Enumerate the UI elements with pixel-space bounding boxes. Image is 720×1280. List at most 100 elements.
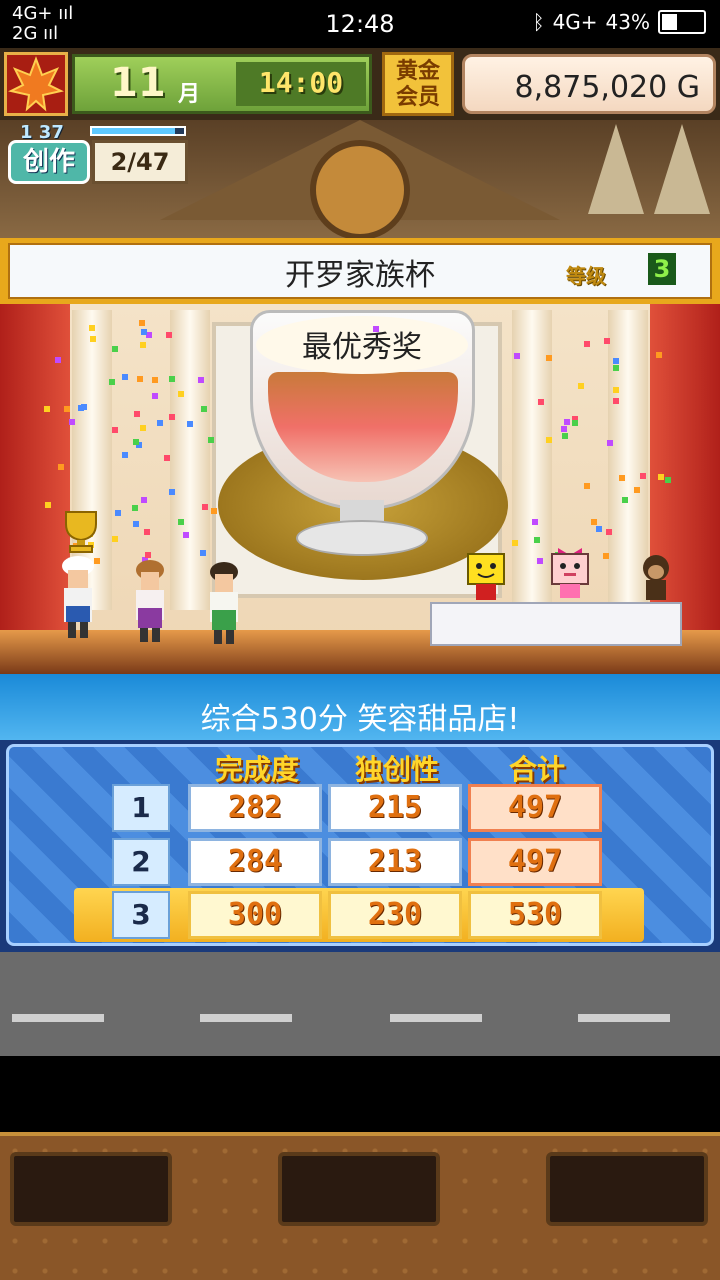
confetti-piece: [198, 376, 205, 383]
confetti-piece: [54, 357, 61, 364]
confetti-piece: [583, 482, 590, 489]
creation-progress-fill: [92, 128, 175, 134]
confetti-piece: [143, 529, 150, 536]
month-unit: 月: [178, 82, 201, 107]
menu-button-center[interactable]: [278, 1152, 440, 1226]
confetti-piece: [613, 365, 620, 372]
menu-button-left[interactable]: [10, 1152, 172, 1226]
header-completion: 完成度: [214, 753, 299, 786]
contest-level-label: 等级: [566, 264, 606, 288]
pillar: [170, 310, 210, 610]
road-line: [12, 1014, 104, 1022]
confetti-piece: [183, 532, 190, 539]
rank-cell: 2: [112, 838, 170, 886]
confetti-piece: [613, 357, 620, 364]
maple-leaf-icon[interactable]: [4, 52, 68, 116]
confetti-piece: [186, 421, 193, 428]
confetti-piece: [655, 351, 662, 358]
confetti-piece: [89, 325, 96, 332]
confetti-piece: [89, 336, 96, 343]
confetti-piece: [546, 436, 553, 443]
confetti-piece: [132, 438, 139, 445]
spire: [588, 124, 644, 214]
confetti-piece: [584, 340, 591, 347]
score-completion: 284: [188, 838, 322, 886]
confetti-piece: [140, 341, 147, 348]
confetti-piece: [561, 425, 568, 432]
vip-line-1: 黄金: [395, 59, 440, 84]
confetti-piece: [138, 320, 145, 327]
confetti-piece: [140, 497, 147, 504]
creation-button[interactable]: 创作: [8, 140, 90, 184]
confetti-piece: [604, 338, 611, 345]
road-line: [200, 1014, 292, 1022]
confetti-piece: [178, 391, 185, 398]
judge-table: [430, 602, 682, 646]
confetti-piece: [121, 452, 128, 459]
money-amount: 8,875,020 G: [514, 70, 700, 105]
confetti-piece: [156, 419, 163, 426]
score-completion: 282: [188, 784, 322, 832]
confetti-piece: [169, 376, 176, 383]
bluetooth-icon: ᛒ: [532, 10, 545, 34]
confetti-piece: [132, 505, 139, 512]
header-originality: 独创性: [354, 753, 439, 786]
confetti-piece: [537, 557, 544, 564]
confetti-piece: [538, 399, 545, 406]
road: [0, 952, 720, 1056]
battery-level: [662, 14, 677, 30]
confetti-piece: [64, 405, 71, 412]
creation-count: 2/47: [92, 140, 188, 184]
confetti-piece: [137, 375, 144, 382]
confetti-piece: [210, 507, 217, 514]
confetti-piece: [133, 521, 140, 528]
confetti-piece: [532, 519, 539, 526]
road-line: [390, 1014, 482, 1022]
confetti-piece: [603, 552, 610, 559]
spacer: [0, 1056, 720, 1132]
confetti-piece: [634, 487, 641, 494]
confetti-piece: [115, 510, 122, 517]
score-originality: 213: [328, 838, 462, 886]
confetti-piece: [618, 475, 625, 482]
confetti-piece: [658, 473, 665, 480]
month-number: 11: [110, 60, 166, 106]
game-clock: 14:00: [258, 66, 344, 99]
trophy-icon: [58, 510, 104, 554]
staff-character[interactable]: [132, 560, 168, 646]
vip-badge[interactable]: 黄金 会员: [382, 52, 454, 116]
battery-icon: [658, 10, 706, 34]
confetti-piece: [151, 392, 158, 399]
confetti-piece: [545, 354, 552, 361]
score-originality: 230: [328, 891, 462, 939]
status-right: ᛒ 4G+ 43%: [533, 10, 706, 34]
contest-title: 开罗家族杯: [285, 258, 435, 293]
award-name: 最优秀奖: [302, 330, 422, 365]
confetti-piece: [613, 397, 620, 404]
confetti-piece: [45, 501, 52, 508]
glass-base: [296, 520, 428, 556]
confetti-piece: [68, 418, 75, 425]
confetti-piece: [607, 439, 614, 446]
menu-button-right[interactable]: [546, 1152, 708, 1226]
confetti-piece: [640, 473, 647, 480]
confetti-piece: [121, 373, 128, 380]
confetti-piece: [202, 503, 209, 510]
vip-line-2: 会员: [395, 85, 440, 110]
chef-character[interactable]: [60, 556, 96, 642]
confetti-piece: [207, 437, 214, 444]
judge-monkey-character: [636, 554, 676, 600]
judge-pink-character: [550, 546, 590, 598]
confetti-piece: [78, 405, 85, 412]
confetti-piece: [152, 376, 159, 383]
staff-character[interactable]: [206, 562, 242, 648]
confetti-piece: [141, 328, 148, 335]
confetti-piece: [512, 539, 519, 546]
contest-level-value: 3: [648, 253, 676, 285]
confetti-piece: [591, 519, 598, 526]
judge-yellow-character: [466, 552, 506, 600]
confetti-piece: [145, 552, 152, 559]
score-total: 497: [468, 784, 602, 832]
score-total: 530: [468, 891, 602, 939]
confetti-piece: [563, 418, 570, 425]
